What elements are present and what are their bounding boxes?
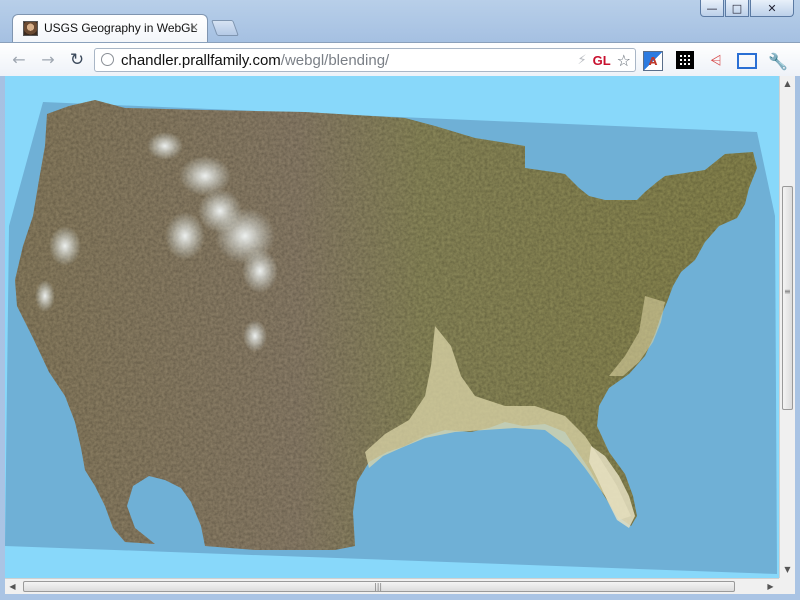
horizontal-grip-icon: |||: [374, 582, 383, 591]
new-tab-button[interactable]: [211, 20, 239, 36]
vertical-grip-icon: ≡: [784, 287, 791, 296]
reload-button[interactable]: ↻: [67, 50, 87, 70]
url-host: chandler.prallfamily.com: [121, 52, 281, 69]
forward-button[interactable]: →: [38, 50, 58, 70]
url-path: /webgl/blending/: [280, 52, 390, 69]
scroll-down-arrow[interactable]: ▼: [780, 562, 795, 577]
translate-icon[interactable]: A: [643, 51, 663, 71]
browser-tab[interactable]: USGS Geography in WebGL ×: [12, 14, 208, 42]
close-button[interactable]: ✕: [750, 0, 794, 17]
toolbar: ← → ↻ chandler.prallfamily.com/webgl/ble…: [0, 42, 800, 76]
scroll-left-arrow[interactable]: ◀: [5, 579, 20, 594]
bolt-icon[interactable]: ⚡: [577, 53, 586, 68]
bookmark-star-icon[interactable]: ☆: [617, 51, 631, 70]
scroll-up-arrow[interactable]: ▲: [780, 76, 795, 91]
browser-window: — □ ✕ USGS Geography in WebGL × ← → ↻ ch…: [0, 0, 800, 600]
back-button[interactable]: ←: [9, 50, 29, 70]
terrain-map: [5, 100, 777, 574]
tab-close-icon[interactable]: ×: [189, 20, 199, 34]
minimize-button[interactable]: —: [700, 0, 724, 17]
vertical-scrollbar[interactable]: ▲ ≡ ▼: [779, 76, 795, 578]
fullscreen-icon[interactable]: [737, 53, 757, 69]
profile-photo-icon: [23, 21, 38, 36]
window-controls: — □ ✕: [699, 0, 794, 20]
horizontal-scrollbar[interactable]: ◀ ||| ▶: [5, 578, 779, 594]
scroll-right-arrow[interactable]: ▶: [763, 579, 778, 594]
qr-code-icon[interactable]: [676, 51, 694, 69]
tab-title: USGS Geography in WebGL: [44, 21, 198, 35]
omnibox-icons: ⚡ GL ☆: [577, 51, 631, 70]
vertical-scroll-thumb[interactable]: ≡: [782, 186, 793, 410]
webgl-canvas[interactable]: [5, 76, 779, 578]
horizontal-scroll-thumb[interactable]: |||: [23, 581, 735, 592]
maximize-button[interactable]: □: [725, 0, 749, 17]
wrench-menu-icon[interactable]: 🔧: [768, 51, 788, 71]
page-icon: [101, 53, 114, 66]
scrollbar-corner: [779, 578, 795, 594]
address-bar[interactable]: chandler.prallfamily.com/webgl/blending/…: [94, 48, 636, 72]
gl-badge[interactable]: GL: [593, 53, 611, 68]
url-text: chandler.prallfamily.com/webgl/blending/: [121, 52, 389, 69]
share-icon[interactable]: ⩤: [706, 51, 726, 71]
